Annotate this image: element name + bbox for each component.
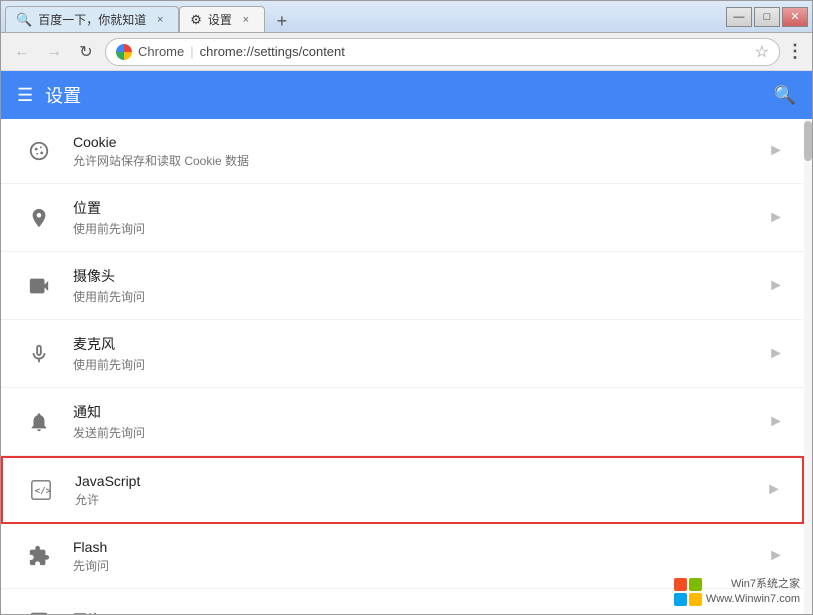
settings-list: Cookie 允许网站保存和读取 Cookie 数据 ► 位置 使用前先询问 ► [1,119,804,614]
images-title: 图片 [73,610,768,614]
cookie-content: Cookie 允许网站保存和读取 Cookie 数据 [57,134,768,169]
hamburger-menu-icon[interactable]: ☰ [17,85,33,106]
scrollbar-track[interactable] [804,119,812,614]
camera-content: 摄像头 使用前先询问 [57,266,768,305]
cookie-arrow: ► [768,142,784,160]
location-icon [21,200,57,236]
cookie-icon [21,133,57,169]
microphone-subtitle: 使用前先询问 [73,356,768,373]
microphone-title: 麦克风 [73,334,768,354]
flash-subtitle: 先询问 [73,557,768,574]
back-button[interactable]: ← [9,39,35,65]
settings-item-notification[interactable]: 通知 发送前先询问 ► [1,388,804,456]
tabs-area: 🔍 百度一下，你就知道 × ⚙ 设置 × + [5,1,722,32]
bookmark-star[interactable]: ☆ [755,42,769,62]
settings-favicon: ⚙ [190,12,202,28]
nav-bar: ← → ↻ Chrome | chrome://settings/content… [1,33,812,71]
tab-settings-label: 设置 [208,11,232,28]
chrome-icon [116,44,132,60]
settings-item-camera[interactable]: 摄像头 使用前先询问 ► [1,252,804,320]
microphone-arrow: ► [768,345,784,363]
javascript-title: JavaScript [75,473,766,489]
settings-item-location[interactable]: 位置 使用前先询问 ► [1,184,804,252]
search-icon[interactable]: 🔍 [774,85,796,106]
location-arrow: ► [768,209,784,227]
title-bar: 🔍 百度一下，你就知道 × ⚙ 设置 × + — □ ✕ [1,1,812,33]
microphone-content: 麦克风 使用前先询问 [57,334,768,373]
settings-body: Cookie 允许网站保存和读取 Cookie 数据 ► 位置 使用前先询问 ► [1,119,812,614]
tab-baidu-label: 百度一下，你就知道 [38,11,146,28]
javascript-content: JavaScript 允许 [59,473,766,508]
notification-icon [21,404,57,440]
camera-title: 摄像头 [73,266,768,286]
address-separator: | [190,44,193,59]
menu-button[interactable]: ⋮ [786,41,804,62]
javascript-subtitle: 允许 [75,491,766,508]
settings-item-microphone[interactable]: 麦克风 使用前先询问 ► [1,320,804,388]
address-url: chrome://settings/content [200,44,345,59]
settings-item-cookie[interactable]: Cookie 允许网站保存和读取 Cookie 数据 ► [1,119,804,184]
address-brand: Chrome [138,44,184,59]
scrollbar-thumb[interactable] [804,121,812,161]
svg-text:</>: </> [35,486,52,497]
cookie-title: Cookie [73,134,768,150]
chrome-header-bar: ☰ 设置 🔍 [1,71,812,119]
flash-icon [21,538,57,574]
flash-arrow: ► [768,547,784,565]
images-content: 图片 [57,610,768,614]
settings-item-javascript[interactable]: </> JavaScript 允许 ► [1,456,804,524]
flash-title: Flash [73,539,768,555]
camera-subtitle: 使用前先询问 [73,288,768,305]
forward-button[interactable]: → [41,39,67,65]
close-button[interactable]: ✕ [782,7,808,27]
cookie-subtitle: 允许网站保存和读取 Cookie 数据 [73,152,768,169]
settings-item-images[interactable]: 图片 ► [1,589,804,614]
camera-arrow: ► [768,277,784,295]
notification-title: 通知 [73,402,768,422]
baidu-favicon: 🔍 [16,12,32,28]
maximize-button[interactable]: □ [754,7,780,27]
minimize-button[interactable]: — [726,7,752,27]
javascript-icon: </> [23,472,59,508]
notification-content: 通知 发送前先询问 [57,402,768,441]
javascript-arrow: ► [766,481,782,499]
tab-baidu[interactable]: 🔍 百度一下，你就知道 × [5,6,179,32]
tab-settings-close[interactable]: × [238,12,254,28]
notification-subtitle: 发送前先询问 [73,424,768,441]
images-arrow: ► [768,612,784,614]
tab-baidu-close[interactable]: × [152,12,168,28]
window-controls: — □ ✕ [726,7,808,27]
camera-icon [21,268,57,304]
refresh-button[interactable]: ↻ [73,39,99,65]
tab-settings[interactable]: ⚙ 设置 × [179,6,265,32]
settings-page-title: 设置 [45,82,81,108]
location-title: 位置 [73,198,768,218]
images-icon [21,603,57,614]
new-tab-button[interactable]: + [269,10,295,32]
notification-arrow: ► [768,413,784,431]
browser-content: ☰ 设置 🔍 Cookie 允许网站保存和读取 Cookie 数据 ► [1,71,812,614]
location-content: 位置 使用前先询问 [57,198,768,237]
flash-content: Flash 先询问 [57,539,768,574]
browser-window: 🔍 百度一下，你就知道 × ⚙ 设置 × + — □ ✕ ← → ↻ Chrom… [0,0,813,615]
microphone-icon [21,336,57,372]
settings-item-flash[interactable]: Flash 先询问 ► [1,524,804,589]
location-subtitle: 使用前先询问 [73,220,768,237]
address-bar[interactable]: Chrome | chrome://settings/content ☆ [105,38,780,66]
